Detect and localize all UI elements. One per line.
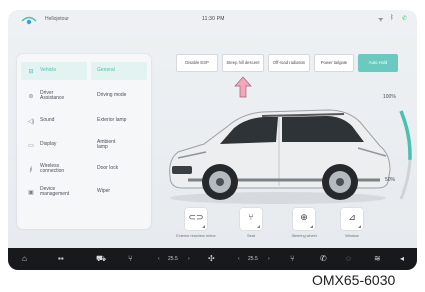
corner-indicator <box>310 225 313 228</box>
corner-indicator <box>257 225 260 228</box>
right-temperature: 25.5 <box>248 256 258 262</box>
window-button[interactable]: ⊿ <box>341 208 363 230</box>
right-temp-decrease-icon[interactable]: ‹ <box>238 256 240 262</box>
sidebar-item-label: Driver Assistance <box>40 89 65 101</box>
left-temp-increase-icon[interactable]: › <box>188 256 190 262</box>
sidebar-item-label: Display <box>40 141 57 148</box>
power-tailgate-button[interactable]: Power tailgate <box>314 54 354 72</box>
sidebar-item-device-management[interactable]: ▣ Device management <box>21 183 87 201</box>
phone-icon: ✆ <box>402 16 408 22</box>
sidebar-item-label: Wireless connection <box>40 162 65 174</box>
fan-icon[interactable]: ✣ <box>208 254 215 263</box>
control-label: Window <box>345 234 359 238</box>
device-icon: ▣ <box>28 189 34 196</box>
sidebar-item-sound[interactable]: ◁) Sound <box>21 112 87 130</box>
sub-item-driving-mode[interactable]: Driving mode <box>91 87 147 105</box>
auto-hold-button[interactable]: Auto Hold <box>358 54 398 72</box>
home-icon[interactable]: ⌂ <box>22 254 27 263</box>
seat-button[interactable]: ⑂ <box>240 208 262 230</box>
phone-icon[interactable]: ✆ <box>320 254 327 263</box>
off-road-radiation-button[interactable]: Off-road radiation <box>268 54 310 72</box>
left-temperature: 25.5 <box>168 256 178 262</box>
settings-panel: ⊟ Vehicle ⊜ Driver Assistance ◁) Sound ▭… <box>17 54 151 229</box>
climate-icon[interactable]: ◌ <box>346 254 351 263</box>
exterior-mirror-button[interactable]: ⊂⊃ <box>185 208 207 230</box>
sidebar-item-vehicle[interactable]: ⊟ Vehicle <box>21 62 87 80</box>
volume-icon[interactable]: ◂ <box>400 254 404 263</box>
sidebar-item-label: Vehicle <box>40 67 57 74</box>
steering-wheel-icon: ⊕ <box>300 212 308 222</box>
sidebar-item-driver-assistance[interactable]: ⊜ Driver Assistance <box>21 87 87 105</box>
seat-heat-icon[interactable]: ⑂ <box>128 254 133 263</box>
sub-item-label: Door lock <box>97 165 119 172</box>
sub-item-door-lock[interactable]: Door lock <box>91 160 147 178</box>
disable-esp-button[interactable]: Disable ESP <box>176 54 218 72</box>
sub-item-ambient-lamp[interactable]: Ambient lamp <box>91 136 147 154</box>
sidebar-item-wireless-connection[interactable]: ∮ Wireless connection <box>21 160 87 178</box>
corner-indicator <box>358 225 361 228</box>
sub-item-label: Driving mode <box>97 92 127 99</box>
sub-item-label: Exterior lamp <box>97 117 127 124</box>
wireless-icon: ∮ <box>29 166 33 173</box>
mirror-icon: ⊂⊃ <box>188 212 204 222</box>
bottom-dock: ⌂ ▪▪ ⛟ ⑂ ‹ 25.5 › ✣ ‹ 25.5 › ⑂ ✆ ◌ ≋ ◂ <box>8 248 417 270</box>
steep-hill-descent-button[interactable]: Steep hill descent <box>222 54 264 72</box>
tailgate-opening-gauge[interactable] <box>371 105 417 205</box>
status-bar: Hellojetour 11:30 PM ᯤ ᛒ ✆ <box>8 10 417 30</box>
defrost-icon[interactable]: ≋ <box>374 254 381 263</box>
jetour-logo-icon <box>21 16 37 25</box>
sub-item-exterior-lamp[interactable]: Exterior lamp <box>91 112 147 130</box>
control-label: Seat <box>247 234 255 238</box>
wifi-icon: ᯤ <box>378 17 384 23</box>
control-label: Steering wheel <box>291 234 317 238</box>
right-temp-increase-icon[interactable]: › <box>268 256 270 262</box>
car-icon: ⊟ <box>28 68 34 75</box>
infotainment-screen: Hellojetour 11:30 PM ᯤ ᛒ ✆ ⊟ Vehicle ⊜ D… <box>8 10 417 270</box>
gauge-max-label: 100% <box>383 94 396 100</box>
sidebar-item-label: Sound <box>40 117 55 124</box>
control-label: Exterior rearview mirror <box>176 234 216 238</box>
bluetooth-icon: ᛒ <box>390 15 394 21</box>
sub-item-general[interactable]: General <box>91 62 147 80</box>
sub-item-wiper[interactable]: Wiper <box>91 183 147 201</box>
left-temp-decrease-icon[interactable]: ‹ <box>158 256 160 262</box>
figure-code: OMX65-6030 <box>312 272 396 288</box>
sub-item-label: General <box>97 67 115 74</box>
gauge-min-label: 50% <box>385 177 396 183</box>
car-icon[interactable]: ⛟ <box>96 254 106 264</box>
vehicle-image <box>169 109 391 204</box>
corner-indicator <box>202 225 205 228</box>
clock: 11:30 PM <box>202 16 225 22</box>
sidebar-item-display[interactable]: ▭ Display <box>21 136 87 154</box>
steering-assist-icon: ⊜ <box>28 93 34 100</box>
app-name: Hellojetour <box>45 16 69 22</box>
sub-item-label: Ambient lamp <box>97 138 116 150</box>
speaker-icon: ◁) <box>27 118 35 125</box>
sidebar-item-label: Device management <box>40 185 70 197</box>
window-icon: ⊿ <box>348 212 356 222</box>
apps-icon[interactable]: ▪▪ <box>58 254 64 263</box>
seat-icon: ⑂ <box>248 212 254 222</box>
display-icon: ▭ <box>28 142 34 149</box>
steering-wheel-button[interactable]: ⊕ <box>293 208 315 230</box>
sub-item-label: Wiper <box>97 188 111 195</box>
seat-heat-right-icon[interactable]: ⑂ <box>290 254 295 263</box>
